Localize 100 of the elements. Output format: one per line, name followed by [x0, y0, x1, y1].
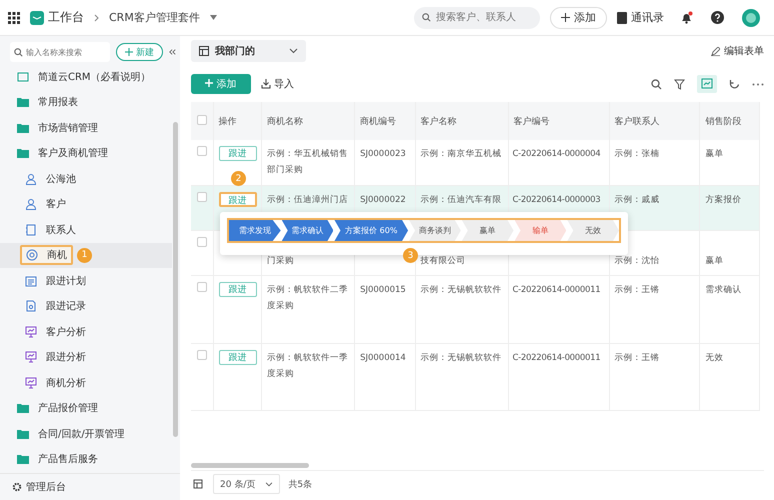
table-cell: 示例：无锡帆软软件 — [420, 284, 502, 294]
plus-icon — [125, 48, 133, 56]
stage-step[interactable]: 需求确认 — [282, 220, 334, 241]
folder-icon — [17, 97, 29, 108]
search-icon[interactable] — [651, 78, 662, 90]
table-cell: SJ0000015 — [360, 284, 406, 294]
sidebar-item[interactable]: 跟进计划 — [20, 270, 91, 291]
checkbox[interactable] — [197, 236, 207, 246]
table-cell: SJ0000023 — [360, 149, 406, 159]
stage-step[interactable]: 赢单 — [462, 220, 514, 241]
refresh-icon[interactable] — [729, 78, 740, 90]
person-icon — [25, 198, 37, 210]
search-field[interactable]: 输入名称来搜索 — [10, 42, 110, 62]
table-cell: 方案报价 — [705, 194, 742, 204]
sidebar-item[interactable]: 产品报价管理 — [12, 398, 103, 418]
stage-step[interactable]: 方案报价 60% — [334, 220, 408, 241]
search-field[interactable]: 输入名称来搜索 — [26, 48, 106, 56]
sidebar-item[interactable]: 商机 — [20, 245, 73, 266]
checkbox[interactable] — [197, 146, 207, 156]
table-cell: 示例：南京华五机械 — [420, 149, 502, 159]
sidebar-item[interactable]: 公海池 — [20, 168, 81, 189]
table-cell: 示例：王锵 — [614, 352, 660, 362]
page-size-dropdown[interactable]: 20 条/页 — [213, 474, 280, 494]
sidebar-item[interactable]: 简道云CRM（必看说明） — [12, 66, 156, 87]
sidebar-item[interactable]: 客户 — [20, 194, 71, 214]
monitor-chart-icon — [25, 326, 37, 338]
folder-icon — [17, 148, 29, 158]
sidebar-item[interactable]: 常用报表 — [12, 92, 83, 112]
scrollbar[interactable] — [191, 463, 309, 468]
contacts-button[interactable]: 通讯录 — [617, 10, 664, 25]
folder-icon — [17, 122, 29, 133]
app-grid-icon[interactable] — [8, 12, 20, 24]
table-cell: C-20220614-0000003 — [512, 194, 600, 204]
table-cell: 示例：张楠 — [614, 149, 660, 159]
chevron-down-icon — [265, 482, 274, 486]
document-icon — [17, 72, 29, 82]
bell-icon[interactable] — [680, 11, 693, 24]
table-cell: 示例：伍迪汽车有限 — [420, 194, 502, 204]
add-button[interactable]: 添加 — [550, 6, 607, 28]
import-button[interactable]: 导入 — [261, 77, 294, 91]
stage-step[interactable]: 无效 — [567, 220, 619, 241]
admin-link[interactable]: 管理后台 — [26, 480, 66, 494]
table-cell: 需求确认 — [705, 284, 742, 294]
checkbox[interactable] — [197, 114, 207, 124]
table-cell: 示例：沈怡 — [614, 256, 660, 266]
table-cell: SJ0000022 — [360, 194, 406, 204]
table-cell: 无效 — [705, 352, 724, 362]
sidebar-item[interactable]: 产品售后服务 — [12, 449, 103, 470]
column-header: 客户名称 — [420, 116, 457, 126]
table-cell: 门采购 — [267, 256, 294, 266]
sidebar-item[interactable]: 客户分析 — [20, 322, 91, 342]
sidebar-item[interactable]: 跟进记录 — [20, 296, 91, 316]
sidebar-item[interactable]: 跟进分析 — [20, 347, 91, 368]
search-icon — [14, 48, 23, 56]
stage-step[interactable]: 商务谈判 — [409, 220, 461, 241]
view-dropdown[interactable]: 我部门的 — [191, 40, 306, 62]
sidebar-item[interactable]: 市场营销管理 — [12, 118, 103, 138]
avatar[interactable] — [742, 8, 760, 26]
target-icon — [26, 249, 38, 262]
sidebar-item[interactable]: 客户及商机管理 — [12, 143, 113, 164]
download-icon — [261, 79, 271, 89]
edit-form-button[interactable]: 编辑表单 — [711, 44, 764, 58]
monitor-chart-icon — [25, 376, 37, 389]
settings-icon — [12, 482, 22, 492]
book-icon — [617, 12, 627, 24]
scrollbar[interactable] — [173, 122, 178, 437]
caret-icon[interactable] — [210, 15, 217, 20]
sidebar-item[interactable]: 联系人 — [20, 220, 81, 240]
checkbox[interactable] — [197, 192, 207, 202]
collapse-icon[interactable] — [169, 48, 176, 56]
checkbox[interactable] — [197, 282, 207, 292]
help-icon[interactable] — [711, 11, 724, 24]
chevron-right-icon — [94, 14, 99, 22]
table-cell: 示例：帆软软件一季度采购 — [267, 352, 348, 378]
table-cell: 示例：王锵 — [614, 284, 660, 294]
table-cell: 示例：无锡帆软软件 — [420, 352, 502, 362]
table-cell: 赢单 — [705, 256, 724, 266]
table-cell: 技有限公司 — [420, 256, 466, 266]
column-header: 操作 — [218, 116, 237, 126]
sidebar-item[interactable]: 合同/回款/开票管理 — [12, 424, 130, 444]
stage-step[interactable]: 需求发现 — [229, 220, 281, 241]
table-cell: SJ0000014 — [360, 352, 406, 362]
checkbox[interactable] — [197, 350, 207, 360]
callout-number: 1 — [77, 248, 92, 263]
address-card-icon — [25, 224, 37, 236]
sidebar-item[interactable]: 商机分析 — [20, 372, 91, 393]
more-icon[interactable] — [752, 82, 764, 86]
folder-icon — [17, 454, 29, 464]
workspace-link[interactable]: 工作台 — [48, 9, 84, 26]
card-view-icon[interactable] — [697, 75, 717, 93]
callout-number: 2 — [231, 171, 246, 186]
table-cell: 示例：帆软软件二季度采购 — [267, 284, 348, 310]
column-header: 商机编号 — [360, 116, 396, 126]
column-header: 销售阶段 — [705, 116, 742, 126]
app-title[interactable]: CRM客户管理套件 — [109, 10, 200, 25]
table-cell: 示例：伍迪漳州门店 — [267, 194, 348, 204]
monitor-chart-icon — [25, 351, 37, 364]
pencil-icon — [711, 46, 720, 56]
filter-icon[interactable] — [674, 78, 685, 90]
column-header: 客户编号 — [514, 116, 550, 126]
